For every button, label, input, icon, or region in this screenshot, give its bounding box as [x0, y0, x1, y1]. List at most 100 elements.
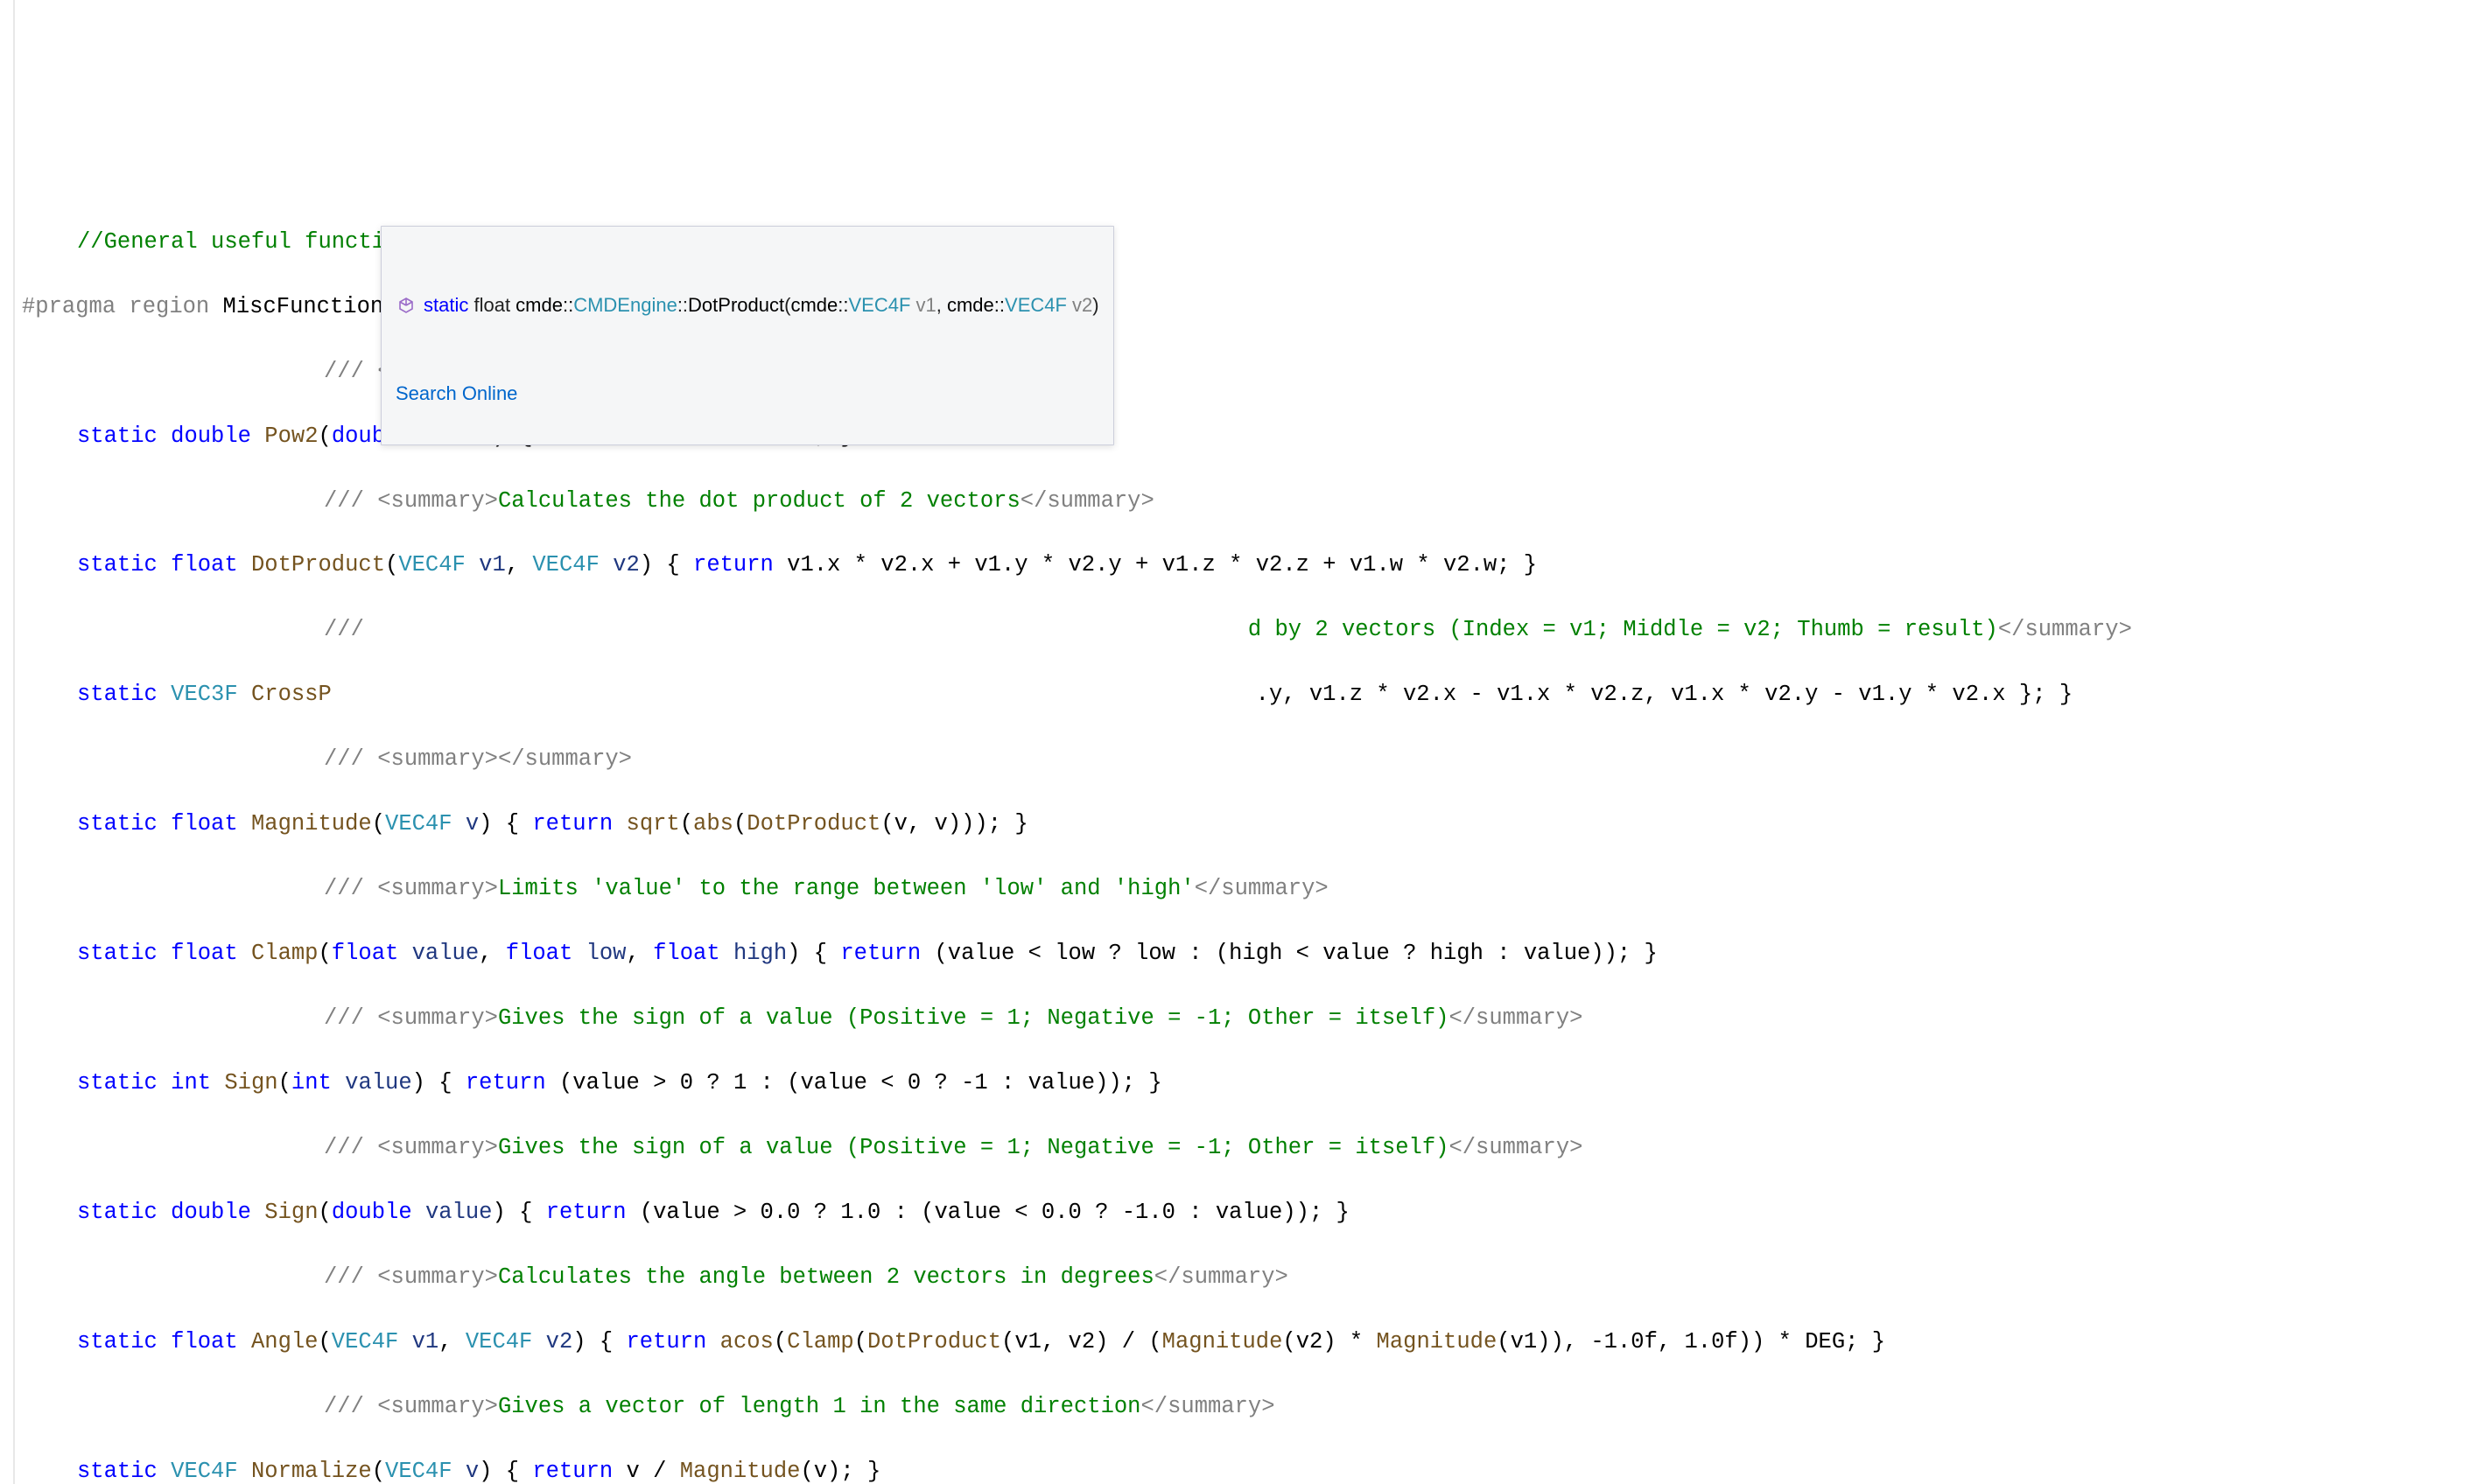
xmldoc-tag-open: <summary> — [377, 876, 498, 901]
code-text: ) { — [412, 1070, 466, 1096]
param-type: VEC4F — [332, 1329, 399, 1354]
xmldoc-slashes: /// — [324, 876, 377, 901]
call-magnitude: Magnitude — [680, 1459, 801, 1484]
keyword-static: static — [77, 424, 158, 449]
param-type: VEC4F — [385, 811, 452, 836]
paren: ( — [733, 811, 747, 836]
param-name: low — [586, 941, 627, 966]
paren: ( — [680, 811, 693, 836]
keyword-return: return — [693, 552, 774, 578]
xmldoc-tag-close: </summary> — [1448, 1005, 1582, 1031]
search-online-link[interactable]: Search Online — [396, 380, 1099, 408]
paren: ( — [372, 811, 385, 836]
xmldoc-tag-open: <summary> — [377, 1394, 498, 1419]
method-name-partial: CrossP — [251, 682, 332, 707]
space — [706, 1329, 719, 1354]
keyword-return: return — [627, 1329, 707, 1354]
code-body: v1.x * v2.x + v1.y * v2.y + v1.z * v2.z … — [774, 552, 1537, 578]
code-text: ) { — [479, 811, 532, 836]
call-dotproduct: DotProduct — [867, 1329, 1001, 1354]
param-name: high — [733, 941, 787, 966]
keyword-static: static — [77, 682, 158, 707]
keyword-return: return — [546, 1200, 627, 1225]
xmldoc-slashes: /// — [324, 359, 377, 384]
call-sqrt: sqrt — [627, 811, 680, 836]
xmldoc-slashes: /// — [324, 1264, 377, 1290]
xmldoc-tag-close: </summary> — [1998, 617, 2132, 642]
xmldoc-text: Gives a vector of length 1 in the same d… — [498, 1394, 1141, 1419]
code-body-partial: .y, v1.z * v2.x - v1.x * v2.z, v1.x * v2… — [1256, 682, 2073, 707]
keyword-static: static — [77, 1200, 158, 1225]
keyword-return: return — [466, 1070, 546, 1096]
fold-indicator — [13, 0, 15, 1484]
xmldoc-text: Calculates the dot product of 2 vectors — [498, 488, 1021, 514]
comma: , — [479, 941, 506, 966]
call-dotproduct: DotProduct — [747, 811, 880, 836]
xmldoc-tag-open: <summary> — [377, 1005, 498, 1031]
param-name: v1 — [479, 552, 506, 578]
keyword-type: float — [171, 552, 238, 578]
paren: ( — [319, 424, 332, 449]
method-name: Pow2 — [264, 424, 318, 449]
code-text: ) { — [572, 1329, 626, 1354]
code-text: ) { — [787, 941, 840, 966]
method-name: Sign — [264, 1200, 318, 1225]
method-name: Clamp — [251, 941, 319, 966]
param-type: float — [332, 941, 399, 966]
comma: , — [506, 552, 533, 578]
cube-icon — [396, 295, 417, 316]
xmldoc-slashes: /// — [324, 746, 377, 772]
call-magnitude: Magnitude — [1162, 1329, 1283, 1354]
method-name: Angle — [251, 1329, 319, 1354]
method-name: Sign — [224, 1070, 277, 1096]
type-name: VEC3F — [171, 682, 238, 707]
keyword-static: static — [77, 811, 158, 836]
param-type: float — [653, 941, 720, 966]
paren: ( — [774, 1329, 787, 1354]
paren: ( — [372, 1459, 385, 1484]
comment: //General useful functions — [77, 229, 425, 255]
tooltip-signature-row: static float cmde::CMDEngine::DotProduct… — [396, 291, 1099, 319]
code-editor[interactable]: //General useful functions #pragma regio… — [0, 194, 2483, 1484]
xmldoc-tag-close: </summary> — [1195, 876, 1329, 901]
xmldoc-slashes: /// — [324, 1135, 377, 1160]
xmldoc-text: Limits 'value' to the range between 'low… — [498, 876, 1195, 901]
keyword-static: static — [77, 941, 158, 966]
keyword-static: static — [77, 1070, 158, 1096]
keyword-static: static — [77, 552, 158, 578]
keyword-type: int — [171, 1070, 211, 1096]
param-type: VEC4F — [385, 1459, 452, 1484]
tooltip-signature: static float cmde::CMDEngine::DotProduct… — [424, 291, 1099, 319]
keyword-type: float — [171, 1329, 238, 1354]
param-name: value — [425, 1200, 493, 1225]
code-body: (v2) * — [1282, 1329, 1376, 1354]
xmldoc-slashes: /// — [324, 617, 377, 642]
code-body: (v1)), -1.0f, 1.0f)) * DEG; } — [1497, 1329, 1885, 1354]
xmldoc-tag-close: </summary> — [1140, 1394, 1274, 1419]
paren: ( — [278, 1070, 291, 1096]
comma: , — [438, 1329, 466, 1354]
xmldoc-tag-close: </summary> — [498, 746, 632, 772]
call-magnitude: Magnitude — [1377, 1329, 1498, 1354]
xmldoc-tag-close: </summary> — [1154, 1264, 1288, 1290]
intellisense-tooltip: static float cmde::CMDEngine::DotProduct… — [381, 226, 1114, 445]
keyword-return: return — [840, 941, 921, 966]
call-clamp: Clamp — [787, 1329, 854, 1354]
call-acos: acos — [720, 1329, 774, 1354]
xmldoc-slashes: /// — [324, 488, 377, 514]
param-type: float — [506, 941, 573, 966]
param-name: v — [466, 1459, 479, 1484]
param-name: v — [466, 811, 479, 836]
param-name: value — [345, 1070, 412, 1096]
param-type: VEC4F — [532, 552, 600, 578]
param-name: v2 — [613, 552, 640, 578]
paren: ( — [854, 1329, 867, 1354]
xmldoc-tag-open: <summary> — [377, 1264, 498, 1290]
code-body: (v); } — [800, 1459, 880, 1484]
paren: ( — [319, 1200, 332, 1225]
code-body: (value < low ? low : (high < value ? hig… — [921, 941, 1658, 966]
keyword-static: static — [77, 1329, 158, 1354]
param-name: value — [412, 941, 480, 966]
xmldoc-tag-close: </summary> — [1448, 1135, 1582, 1160]
keyword-static: static — [77, 1459, 158, 1484]
